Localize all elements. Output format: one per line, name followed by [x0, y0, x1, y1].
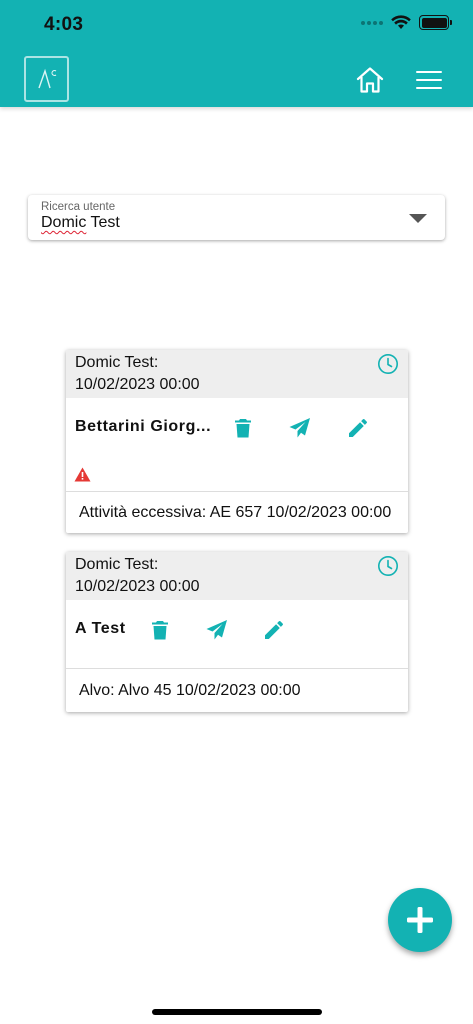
menu-button[interactable] — [414, 68, 444, 92]
status-icons — [361, 15, 452, 30]
app-header: 4:03 — [0, 0, 473, 107]
menu-icon — [416, 71, 442, 89]
wifi-icon — [391, 15, 411, 29]
status-time: 4:03 — [44, 14, 84, 35]
clock-icon[interactable] — [377, 353, 399, 375]
logo-icon[interactable] — [24, 56, 69, 102]
edit-icon[interactable] — [262, 618, 286, 642]
battery-icon — [419, 15, 452, 30]
card-header: Domic Test: 10/02/2023 00:00 — [66, 552, 408, 600]
send-icon[interactable] — [288, 416, 312, 440]
card-header: Domic Test: 10/02/2023 00:00 — [66, 350, 408, 398]
search-value: Domic Test — [41, 214, 120, 231]
clock-icon[interactable] — [377, 555, 399, 577]
user-search-select[interactable]: Ricerca utente Domic Test — [28, 195, 445, 240]
trash-icon[interactable] — [148, 618, 172, 642]
card-patient-name: Bettarini Giorg... — [75, 418, 212, 435]
plus-icon — [407, 907, 433, 933]
home-button[interactable] — [355, 66, 385, 94]
card-header-user: Domic Test: — [75, 354, 159, 371]
home-indicator — [152, 1009, 322, 1015]
send-icon[interactable] — [205, 618, 229, 642]
trash-icon[interactable] — [231, 416, 255, 440]
card-header-date: 10/02/2023 00:00 — [75, 578, 200, 595]
card-footer-text: Alvo: Alvo 45 10/02/2023 00:00 — [79, 682, 301, 699]
cellular-signal-icon — [361, 20, 383, 25]
card-footer-text: Attività eccessiva: AE 657 10/02/2023 00… — [79, 504, 392, 521]
search-label: Ricerca utente — [41, 201, 116, 213]
add-button[interactable] — [388, 888, 452, 952]
card-body: A Test Alvo: Alvo 45 10/02/2023 00:00 — [66, 600, 408, 712]
card-header-date: 10/02/2023 00:00 — [75, 376, 200, 393]
activity-card: Domic Test: 10/02/2023 00:00 A Test Alvo… — [66, 552, 408, 712]
card-body: Bettarini Giorg... Attività eccessiva: A… — [66, 398, 408, 533]
activity-card: Domic Test: 10/02/2023 00:00 Bettarini G… — [66, 350, 408, 533]
card-footer: Alvo: Alvo 45 10/02/2023 00:00 — [66, 668, 408, 712]
warning-icon — [74, 467, 91, 482]
card-header-user: Domic Test: — [75, 556, 159, 573]
edit-icon[interactable] — [346, 416, 370, 440]
card-footer: Attività eccessiva: AE 657 10/02/2023 00… — [66, 491, 408, 533]
dropdown-arrow-icon[interactable] — [409, 214, 427, 223]
card-patient-name: A Test — [75, 620, 126, 637]
home-icon — [356, 67, 384, 93]
